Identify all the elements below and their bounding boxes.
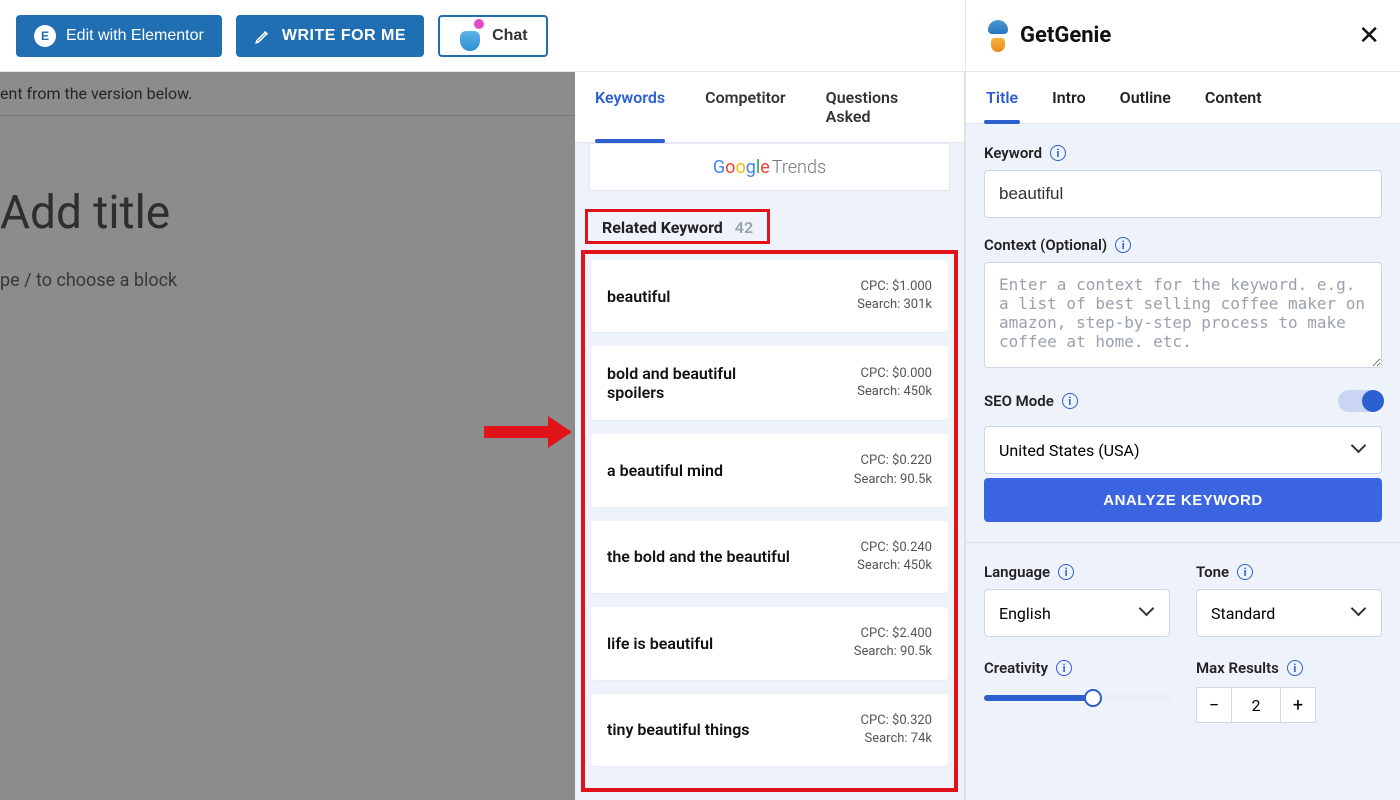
keyword-term: bold and beautiful spoilers: [607, 364, 797, 402]
info-icon[interactable]: i: [1287, 660, 1303, 676]
related-keyword-heading: Related Keyword 42: [585, 209, 770, 244]
creativity-label: Creativity i: [984, 659, 1170, 677]
genie-tabs: Title Intro Outline Content: [966, 72, 1400, 124]
google-trends-logo: GoogleTrends: [713, 157, 826, 178]
keyword-term: tiny beautiful things: [607, 720, 750, 739]
elementor-icon: E: [34, 25, 56, 47]
chevron-down-icon: [1141, 606, 1155, 620]
getgenie-brand: GetGenie: [1020, 23, 1111, 48]
keyword-cpc: CPC: $0.220: [854, 452, 932, 470]
write-for-me-label: WRITE FOR ME: [282, 27, 406, 45]
keyword-card[interactable]: beautiful CPC: $1.000 Search: 301k: [591, 260, 948, 332]
keyword-card[interactable]: the bold and the beautiful CPC: $0.240 S…: [591, 521, 948, 593]
tone-label: Tone i: [1196, 563, 1382, 581]
keyword-stats: CPC: $0.240 Search: 450k: [857, 539, 932, 575]
getgenie-panel: GetGenie ✕ Title Intro Outline Content K…: [965, 0, 1400, 800]
keyword-term: the bold and the beautiful: [607, 547, 790, 566]
tone-value: Standard: [1211, 604, 1275, 623]
keyword-stats: CPC: $1.000 Search: 301k: [857, 278, 932, 314]
keyword-label: Keyword i: [984, 144, 1382, 162]
divider: [966, 542, 1400, 543]
chevron-down-icon: [1353, 443, 1367, 457]
info-icon[interactable]: i: [1050, 145, 1066, 161]
google-trends-card[interactable]: GoogleTrends: [589, 143, 950, 191]
tab-title[interactable]: Title: [984, 72, 1020, 123]
seo-mode-label: SEO Mode i: [984, 392, 1078, 410]
chevron-down-icon: [1353, 606, 1367, 620]
info-icon[interactable]: i: [1062, 393, 1078, 409]
genie-avatar-icon: [458, 21, 482, 51]
keyword-term: beautiful: [607, 287, 670, 306]
country-value: United States (USA): [999, 441, 1140, 460]
tab-content[interactable]: Content: [1203, 72, 1264, 123]
keyword-card[interactable]: life is beautiful CPC: $2.400 Search: 90…: [591, 607, 948, 679]
keyword-search: Search: 90.5k: [854, 643, 932, 661]
keyword-cpc: CPC: $2.400: [854, 625, 932, 643]
keyword-cpc: CPC: $0.000: [857, 365, 932, 383]
tone-select[interactable]: Standard: [1196, 589, 1382, 637]
language-value: English: [999, 604, 1051, 623]
max-results-label: Max Results i: [1196, 659, 1382, 677]
tab-keywords[interactable]: Keywords: [575, 72, 685, 142]
keyword-card[interactable]: bold and beautiful spoilers CPC: $0.000 …: [591, 346, 948, 420]
info-icon[interactable]: i: [1056, 660, 1072, 676]
keyword-cpc: CPC: $0.240: [857, 539, 932, 557]
max-results-stepper: − 2 +: [1196, 687, 1382, 723]
keyword-stats: CPC: $0.000 Search: 450k: [857, 365, 932, 401]
related-keyword-count: 42: [735, 218, 753, 237]
keyword-search: Search: 90.5k: [854, 471, 932, 489]
keyword-search: Search: 301k: [857, 296, 932, 314]
info-icon[interactable]: i: [1115, 237, 1131, 253]
keywords-panel: Keywords Competitor Questions Asked Goog…: [575, 72, 965, 800]
genie-body: Keyword i Context (Optional) i SEO Mode …: [966, 124, 1400, 800]
keyword-card[interactable]: a beautiful mind CPC: $0.220 Search: 90.…: [591, 434, 948, 506]
genie-lamp-icon: [984, 20, 1012, 52]
keyword-cpc: CPC: $0.320: [861, 712, 932, 730]
keyword-search: Search: 450k: [857, 557, 932, 575]
related-keyword-label: Related Keyword: [602, 218, 723, 237]
step-plus-button[interactable]: +: [1280, 687, 1316, 723]
edit-elementor-button[interactable]: E Edit with Elementor: [16, 15, 222, 57]
seo-mode-toggle[interactable]: [1338, 390, 1382, 412]
chat-button[interactable]: Chat: [438, 15, 548, 57]
tab-outline[interactable]: Outline: [1118, 72, 1173, 123]
edit-elementor-label: Edit with Elementor: [66, 27, 204, 45]
keyword-search: Search: 74k: [861, 730, 932, 748]
keyword-term: life is beautiful: [607, 634, 713, 653]
keyword-term: a beautiful mind: [607, 461, 723, 480]
info-icon[interactable]: i: [1058, 564, 1074, 580]
context-textarea[interactable]: [984, 262, 1382, 368]
info-icon[interactable]: i: [1237, 564, 1253, 580]
keywords-panel-tabs: Keywords Competitor Questions Asked: [575, 72, 964, 143]
getgenie-logo: GetGenie: [984, 20, 1111, 52]
getgenie-header: GetGenie ✕: [966, 0, 1400, 72]
analyze-keyword-button[interactable]: ANALYZE KEYWORD: [984, 478, 1382, 522]
language-select[interactable]: English: [984, 589, 1170, 637]
close-icon[interactable]: ✕: [1350, 17, 1388, 55]
keyword-input[interactable]: [984, 170, 1382, 218]
step-value: 2: [1232, 687, 1280, 723]
language-label: Language i: [984, 563, 1170, 581]
keyword-stats: CPC: $0.320 Search: 74k: [861, 712, 932, 748]
related-keyword-list: beautiful CPC: $1.000 Search: 301k bold …: [581, 250, 958, 792]
keyword-card[interactable]: tiny beautiful things CPC: $0.320 Search…: [591, 694, 948, 766]
country-select[interactable]: United States (USA): [984, 426, 1382, 474]
step-minus-button[interactable]: −: [1196, 687, 1232, 723]
tab-competitor[interactable]: Competitor: [685, 72, 806, 142]
tab-questions[interactable]: Questions Asked: [806, 72, 964, 142]
keyword-stats: CPC: $2.400 Search: 90.5k: [854, 625, 932, 661]
write-for-me-button[interactable]: WRITE FOR ME: [236, 15, 424, 57]
tab-intro[interactable]: Intro: [1050, 72, 1088, 123]
keyword-stats: CPC: $0.220 Search: 90.5k: [854, 452, 932, 488]
chat-label: Chat: [492, 27, 528, 45]
creativity-slider[interactable]: [984, 695, 1170, 701]
keyword-search: Search: 450k: [857, 383, 932, 401]
context-label: Context (Optional) i: [984, 236, 1382, 254]
keyword-cpc: CPC: $1.000: [857, 278, 932, 296]
pen-icon: [254, 27, 272, 45]
